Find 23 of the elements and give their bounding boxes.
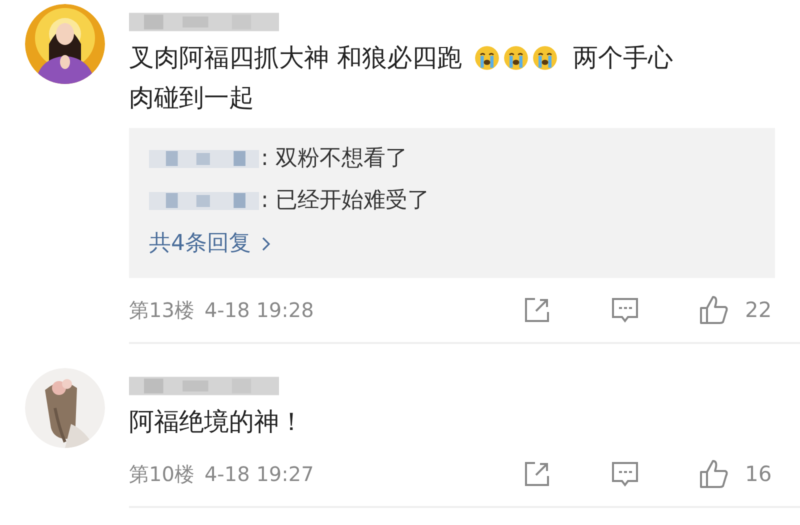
comment-icon[interactable] [611,460,639,488]
reply-text: : 双粉不想看了 [261,145,408,173]
crying-face-icon [532,45,558,71]
like-count: 16 [745,462,773,486]
thumbs-up-icon[interactable] [699,459,729,489]
comment-icon[interactable] [611,296,639,324]
like-count: 22 [745,298,773,322]
comment-text: 肉碰到一起 [129,82,254,114]
crying-face-icon [474,45,500,71]
comment-text: 叉肉阿福四抓大神 和狼必四跑 [129,42,462,74]
comment-text: 两个手心 [572,42,673,74]
more-replies-link[interactable]: 共4条回复 [149,226,271,262]
floor-label: 第13楼 [129,296,194,324]
share-icon[interactable] [523,296,551,324]
timestamp: 4-18 19:27 [204,462,314,486]
thumbs-up-icon[interactable] [699,295,729,325]
crying-face-icon [502,45,529,71]
reply-text: : 已经开始难受了 [261,187,430,215]
floor-label: 第10楼 [129,460,194,488]
timestamp: 4-18 19:28 [204,298,314,322]
comment-text: 阿福绝境的神！ [129,406,304,438]
share-icon[interactable] [523,460,551,488]
chevron-icon [261,236,271,252]
